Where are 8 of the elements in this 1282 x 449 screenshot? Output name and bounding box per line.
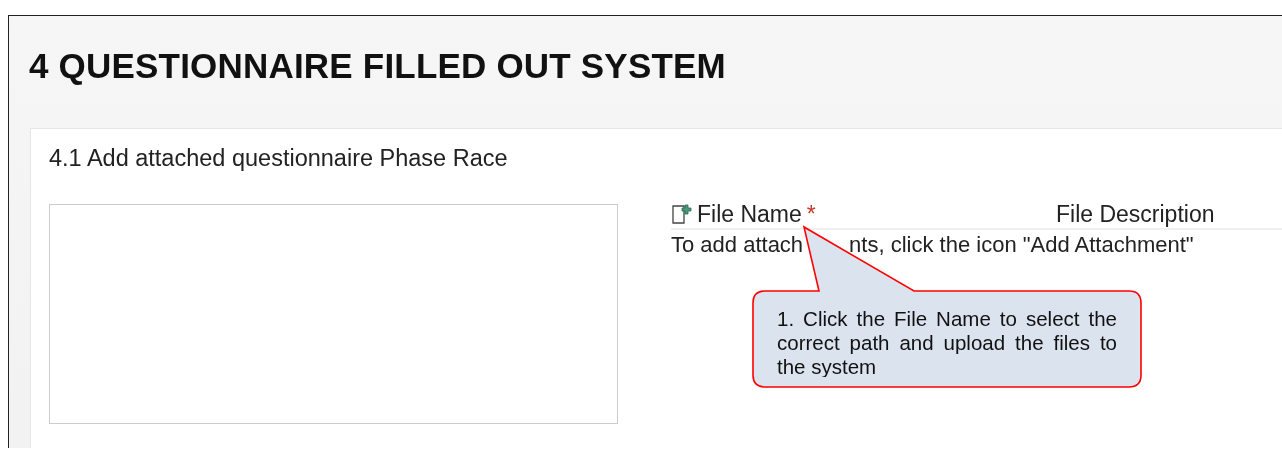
attachment-hint: nts, click the icon "Add Attachment": [849, 231, 1194, 259]
section-heading: 4.1 Add attached questionnaire Phase Race: [48, 144, 509, 171]
column-header[interactable]: File Description: [1056, 200, 1215, 228]
column-header[interactable]: File Name: [697, 200, 802, 228]
attachment-hint: To add attach: [671, 231, 804, 259]
add-attachment-icon[interactable]: [671, 203, 693, 225]
required-mark: *: [806, 200, 816, 228]
page-title: 4 QUESTIONNAIRE FILLED OUT SYSTEM: [28, 45, 727, 87]
